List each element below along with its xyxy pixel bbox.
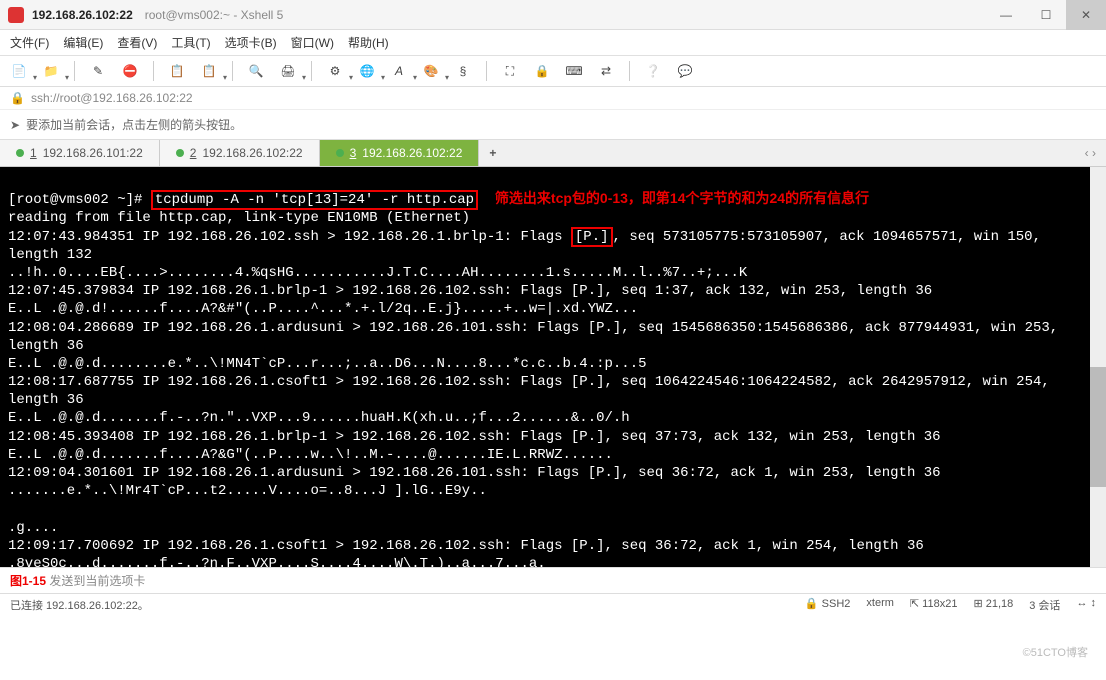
new-session-icon[interactable]: 📄 [8,60,30,82]
status-size: ⇱ 118x21 [910,597,958,613]
close-button[interactable]: ✕ [1066,0,1106,30]
separator [486,61,487,81]
status-connection: 已连接 192.168.26.102:22。 [10,597,149,613]
globe-icon[interactable]: 🌐 [356,60,378,82]
terminal-line: .g.... [8,520,58,536]
address-bar: 🔒 ssh://root@192.168.26.102:22 [0,87,1106,110]
watermark: ©51CTO博客 [1023,644,1088,660]
paste-icon[interactable]: 📋 [198,60,220,82]
tab-label: 192.168.26.102:22 [362,146,462,160]
menu-tools[interactable]: 工具(T) [171,34,210,51]
footer-input-bar[interactable]: 图1-15 发送到当前选项卡 [0,567,1106,593]
status-dot-icon [16,149,24,157]
title-bar: 192.168.26.102:22 root@vms002:~ - Xshell… [0,0,1106,30]
terminal-line: E..L .@.@.d!......f....A?&#"(..P....^...… [8,301,638,317]
terminal-line: 12:08:17.687755 IP 192.168.26.1.csoft1 >… [8,374,1058,408]
font-icon[interactable]: A [388,60,410,82]
menu-edit[interactable]: 编辑(E) [63,34,103,51]
terminal-line: .8veS0c...d.......f.-..?n.F..VXP....S...… [8,556,546,567]
menu-help[interactable]: 帮助(H) [348,34,389,51]
terminal-line: .......e.*..\!Mr4T`cP...t2.....V....o=..… [8,483,487,499]
status-sessions: 3 会话 [1029,597,1060,613]
terminal-line: 12:09:04.301601 IP 192.168.26.1.ardusuni… [8,465,941,481]
status-term: xterm [866,597,894,613]
flag-highlight: [P.] [571,227,613,247]
print-icon[interactable]: 🖨 [277,60,299,82]
tab-session-1[interactable]: 1 192.168.26.101:22 [0,140,160,166]
open-folder-icon[interactable]: 📁 [40,60,62,82]
copy-icon[interactable]: 📋 [166,60,188,82]
lock-icon[interactable]: 🔒 [531,60,553,82]
app-icon [8,7,24,23]
help-icon[interactable]: ❔ [642,60,664,82]
hint-bar: ➤ 要添加当前会话，点击左侧的箭头按钮。 [0,110,1106,140]
tab-nav-buttons[interactable]: ‹ › [1075,146,1106,160]
window-subtitle: root@vms002:~ - Xshell 5 [145,8,284,22]
fullscreen-icon[interactable]: ⛶ [499,60,521,82]
terminal-line: E..L .@.@.d........e.*..\!MN4T`cP...r...… [8,356,647,372]
menu-bar: 文件(F) 编辑(E) 查看(V) 工具(T) 选项卡(B) 窗口(W) 帮助(… [0,30,1106,56]
lock-icon: 🔒 [10,91,25,105]
status-dot-icon [176,149,184,157]
annotation-text: 筛选出来tcp包的0-13，即第14个字节的和为24的所有信息行 [495,190,869,206]
scrollbar-vertical[interactable] [1090,167,1106,567]
feedback-icon[interactable]: 💬 [674,60,696,82]
menu-tab[interactable]: 选项卡(B) [225,34,277,51]
command-highlight: tcpdump -A -n 'tcp[13]=24' -r http.cap [151,190,478,210]
status-nav[interactable]: ↔ ↕ [1076,597,1096,613]
terminal-line: ..!h..0....EB{....>........4.%qsHG......… [8,265,747,281]
maximize-button[interactable]: ☐ [1026,0,1066,30]
terminal-line: 12:07:45.379834 IP 192.168.26.1.brlp-1 >… [8,283,932,299]
scrollbar-thumb[interactable] [1090,367,1106,487]
window-controls: — ☐ ✕ [986,0,1106,30]
reconnect-icon[interactable]: ✎ [87,60,109,82]
footer-hint: 发送到当前选项卡 [49,574,145,588]
menu-view[interactable]: 查看(V) [117,34,157,51]
separator [629,61,630,81]
tab-label: 192.168.26.101:22 [43,146,143,160]
tab-bar: 1 192.168.26.101:22 2 192.168.26.102:22 … [0,140,1106,167]
find-icon[interactable]: 🔍 [245,60,267,82]
terminal-line: 12:08:45.393408 IP 192.168.26.1.brlp-1 >… [8,429,941,445]
terminal-output[interactable]: [root@vms002 ~]# tcpdump -A -n 'tcp[13]=… [0,167,1106,567]
terminal-line: 12:08:04.286689 IP 192.168.26.1.ardusuni… [8,320,1067,354]
tab-session-2[interactable]: 2 192.168.26.102:22 [160,140,320,166]
status-bar: 已连接 192.168.26.102:22。 🔒 SSH2 xterm ⇱ 11… [0,593,1106,616]
terminal-line: 12:07:43.984351 IP 192.168.26.102.ssh > … [8,227,1049,263]
tab-index: 2 [190,146,197,160]
hint-text: 要添加当前会话，点击左侧的箭头按钮。 [26,116,242,133]
tunneling-icon[interactable]: ⇄ [595,60,617,82]
figure-label: 图1-15 [10,574,46,588]
shell-prompt: [root@vms002 ~]# [8,192,151,208]
terminal-line: reading from file http.cap, link-type EN… [8,210,470,226]
status-ssh: 🔒 SSH2 [805,597,851,613]
url-text[interactable]: ssh://root@192.168.26.102:22 [31,91,193,105]
settings-icon[interactable]: ⚙ [324,60,346,82]
status-dot-icon [336,149,344,157]
terminal-line: E..L .@.@.d.......f.-..?n."..VXP...9....… [8,410,630,426]
tab-label: 192.168.26.102:22 [202,146,302,160]
separator [311,61,312,81]
minimize-button[interactable]: — [986,0,1026,30]
keyboard-icon[interactable]: ⌨ [563,60,585,82]
terminal-line: E..L .@.@.d.......f....A?&G"(..P....w..\… [8,447,613,463]
separator [153,61,154,81]
tab-index: 3 [350,146,357,160]
toolbar: 📄 📁 ✎ ⛔ 📋 📋 🔍 🖨 ⚙ 🌐 A 🎨 § ⛶ 🔒 ⌨ ⇄ ❔ 💬 [0,56,1106,87]
encoding-icon[interactable]: § [452,60,474,82]
color-icon[interactable]: 🎨 [420,60,442,82]
arrow-icon[interactable]: ➤ [10,118,20,132]
tab-add-button[interactable]: + [479,142,506,164]
tab-index: 1 [30,146,37,160]
window-address: 192.168.26.102:22 [32,8,133,22]
tab-session-3[interactable]: 3 192.168.26.102:22 [320,140,480,166]
terminal-line: 12:09:17.700692 IP 192.168.26.1.csoft1 >… [8,538,924,554]
menu-window[interactable]: 窗口(W) [291,34,334,51]
separator [232,61,233,81]
disconnect-icon[interactable]: ⛔ [119,60,141,82]
separator [74,61,75,81]
menu-file[interactable]: 文件(F) [10,34,49,51]
status-pos: ⊞ 21,18 [973,597,1013,613]
